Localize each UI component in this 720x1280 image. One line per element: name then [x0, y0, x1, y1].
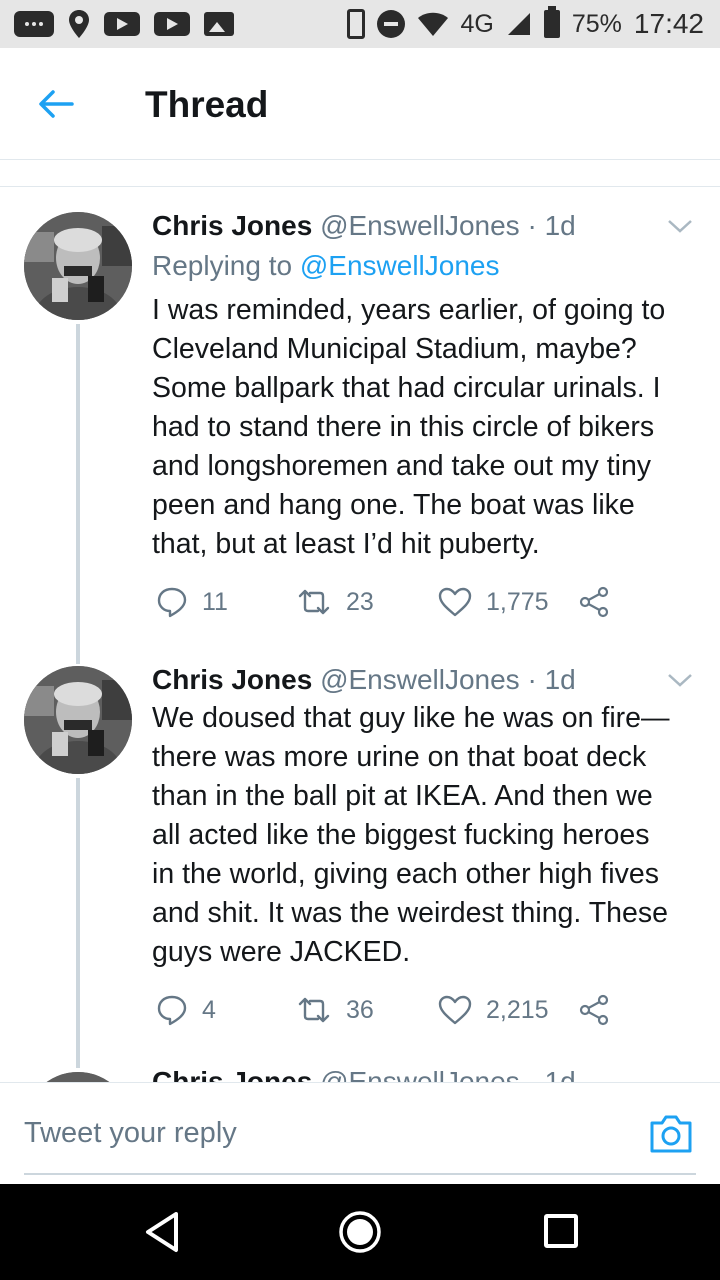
reply-handle-link[interactable]: @EnswellJones — [300, 250, 500, 281]
reply-icon — [157, 587, 187, 618]
tweet-actions: 4 36 2,215 — [152, 990, 632, 1030]
more-icon — [14, 11, 54, 37]
tweet-line: Some ballpark that had circular urinals.… — [152, 372, 661, 404]
tweet-text: I was reminded, years earlier, of going … — [152, 291, 704, 564]
tweet-line: and longshoremen and take out my tiny — [152, 450, 652, 482]
share-icon — [579, 586, 609, 618]
share-icon — [579, 994, 609, 1026]
tweet-line: all acted like the biggest fucking heroe… — [152, 819, 650, 851]
tweet-line: that, but at least I’d hit puberty. — [152, 528, 540, 560]
reply-input-underline — [24, 1173, 696, 1175]
share-button[interactable] — [578, 990, 610, 1030]
reply-icon — [157, 995, 187, 1026]
replying-to-label: Replying to — [152, 250, 300, 281]
youtube-icon — [154, 12, 190, 36]
tweet-header: Chris Jones @EnswellJones · 1d — [152, 1066, 576, 1082]
system-icons: 4G 75% 17:42 — [346, 6, 704, 42]
author-name[interactable]: Chris Jones — [152, 1066, 312, 1082]
tweet-line: had to stand there in this circle of bik… — [152, 411, 655, 443]
heart-icon — [438, 995, 472, 1025]
share-button[interactable] — [578, 582, 610, 622]
back-arrow-icon — [39, 90, 74, 118]
tweet-line: I was reminded, years earlier, of going … — [152, 294, 666, 326]
tweet-line: guys were JACKED. — [152, 936, 411, 968]
wifi-icon — [417, 12, 448, 36]
reply-button[interactable]: 4 — [156, 990, 216, 1030]
tweet-line: and shit. It was the weirdest thing. The… — [152, 897, 668, 929]
reply-count: 4 — [202, 995, 216, 1024]
thread-feed[interactable]: Chris Jones @EnswellJones · 1d Replying … — [0, 188, 720, 1082]
heart-icon — [438, 587, 472, 617]
thread-line — [76, 324, 80, 664]
thread-header: Thread — [0, 48, 720, 160]
location-icon — [69, 10, 89, 38]
image-icon — [204, 12, 234, 36]
author-handle-time: @EnswellJones · 1d — [320, 210, 576, 241]
reply-count: 11 — [202, 587, 228, 616]
thread-line — [76, 778, 80, 1068]
like-button[interactable]: 2,215 — [438, 990, 549, 1030]
clock: 17:42 — [633, 8, 704, 39]
tweet-header: Chris Jones @EnswellJones · 1d — [152, 210, 576, 242]
avatar[interactable] — [24, 212, 132, 320]
reply-input[interactable]: Tweet your reply — [24, 1117, 237, 1150]
like-count: 1,775 — [486, 587, 549, 616]
like-button[interactable]: 1,775 — [438, 582, 549, 622]
retweet-button[interactable]: 36 — [296, 990, 374, 1030]
tweet-line: than in the ball pit at IKEA. And then w… — [152, 780, 653, 812]
page-title: Thread — [145, 84, 269, 125]
replying-to: Replying to @EnswellJones — [152, 250, 500, 282]
nav-recents-icon[interactable] — [544, 1214, 578, 1248]
nav-back-icon[interactable] — [140, 1210, 184, 1254]
tweet[interactable]: Chris Jones @EnswellJones · 1d We doused… — [0, 664, 720, 1068]
retweet-icon — [298, 589, 330, 615]
author-handle-time: @EnswellJones · 1d — [320, 664, 576, 695]
battery-icon — [543, 6, 560, 38]
tweet-text: We doused that guy like he was on fire— … — [152, 699, 704, 972]
tweet[interactable]: Chris Jones @EnswellJones · 1d — [0, 1066, 720, 1082]
tweet-line: We doused that guy like he was on fire— — [152, 702, 670, 734]
tweet-line: there was more urine on that boat deck — [152, 741, 647, 773]
author-handle-time: @EnswellJones · 1d — [320, 1066, 576, 1082]
system-nav-bar — [0, 1184, 720, 1280]
author-name[interactable]: Chris Jones — [152, 210, 312, 241]
divider — [0, 186, 720, 187]
status-bar: 4G 75% 17:42 — [0, 0, 720, 48]
tweet-line: peen and hang one. The boat was like — [152, 489, 635, 521]
retweet-icon — [298, 997, 330, 1023]
chevron-down-icon[interactable] — [666, 216, 694, 236]
battery-percent: 75% — [571, 9, 622, 38]
tweet[interactable]: Chris Jones @EnswellJones · 1d Replying … — [0, 188, 720, 664]
back-button[interactable] — [30, 78, 82, 130]
notification-icons — [14, 6, 234, 42]
tweet-line: Cleveland Municipal Stadium, maybe? — [152, 333, 637, 365]
camera-icon[interactable] — [648, 1113, 694, 1155]
retweet-button[interactable]: 23 — [296, 582, 374, 622]
reply-button[interactable]: 11 — [156, 582, 228, 622]
network-type: 4G — [460, 9, 494, 38]
tweet-actions: 11 23 1,775 — [152, 582, 632, 622]
signal-icon — [507, 13, 530, 35]
nav-home-icon[interactable] — [338, 1210, 382, 1254]
retweet-count: 36 — [346, 995, 374, 1024]
tweet-line: in the world, giving each other high fiv… — [152, 858, 659, 890]
youtube-icon — [104, 12, 140, 36]
chevron-down-icon[interactable] — [666, 670, 694, 690]
reply-composer: Tweet your reply — [0, 1082, 720, 1184]
retweet-count: 23 — [346, 587, 374, 616]
tweet-header: Chris Jones @EnswellJones · 1d — [152, 664, 576, 696]
author-name[interactable]: Chris Jones — [152, 664, 312, 695]
like-count: 2,215 — [486, 995, 549, 1024]
dnd-icon — [376, 10, 405, 38]
phone-icon — [346, 9, 365, 39]
avatar[interactable] — [24, 666, 132, 774]
avatar[interactable] — [24, 1072, 132, 1082]
